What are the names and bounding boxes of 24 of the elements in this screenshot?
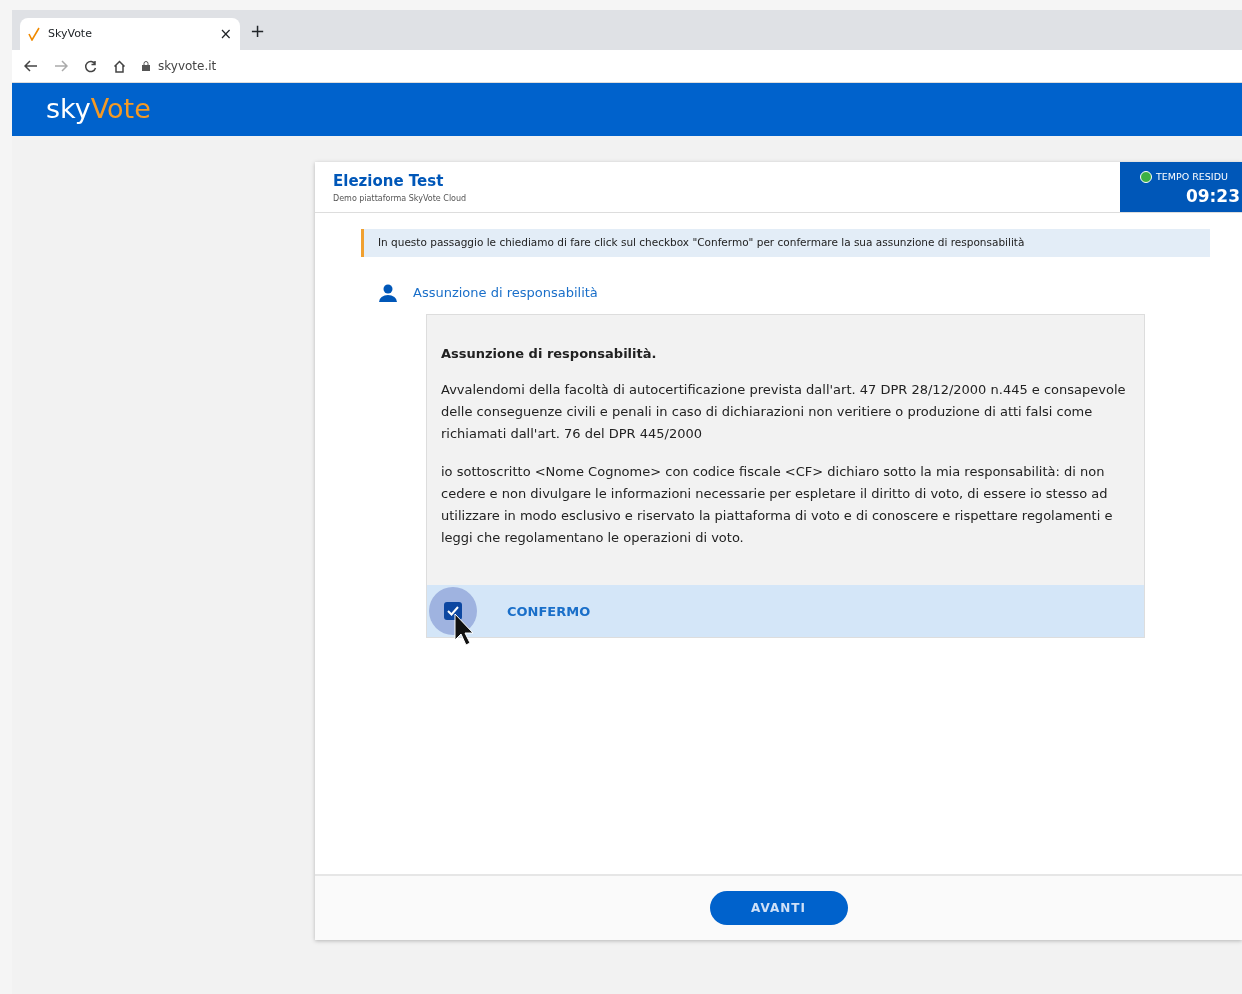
close-tab-button[interactable]: × [219,22,232,46]
election-title: Elezione Test [333,171,445,192]
tab-title[interactable]: SkyVote [48,25,212,43]
lock-icon [142,61,150,71]
timer-label: TEMPO RESIDU [1156,170,1228,184]
back-icon[interactable] [24,60,38,72]
election-subtitle: Demo piattaforma SkyVote Cloud [333,192,467,205]
timer-value: 09:23 [1184,185,1241,209]
logo: skyVote [46,92,151,127]
reload-icon[interactable] [84,59,97,73]
new-tab-button[interactable]: + [250,17,266,50]
confirm-checkbox[interactable] [444,602,462,621]
declaration-paragraph: io sottoscritto <Nome Cognome> con codice fiscale <CF> dichiaro sotto la mia responsabilità: di non cedere e non divulgare le informazioni necessarie per espletare il diritto di voto, di essere io stesso ad utilizzare in modo esclusivo e riservato la piattaforma di voto e di conoscere e rispettare regolamenti e leggi che regolamentano le operazioni di voto. [441,463,1114,548]
declaration-heading: Assunzione di responsabilità. [441,345,658,364]
checkmark-icon [28,27,40,41]
declaration-paragraph: Avvalendomi della facoltà di autocertificazione prevista dall'art. 47 DPR 28/12/2000 n.445 e consapevole delle conseguenze civili e penali in caso di dichiarazioni non veritiere o produzione di atti falsi come richiamati dall'art. 76 del DPR 445/2000 [441,381,1127,444]
url-text[interactable]: skyvote.it [158,57,217,75]
next-button[interactable]: AVANTI [709,891,848,925]
user-icon [379,283,397,302]
info-notice: In questo passaggio le chiediamo di fare click sul checkbox "Confermo" per confermare la sua assunzione di responsabilità [361,229,1210,257]
section-title: Assunzione di responsabilità [413,283,598,302]
cursor-icon [454,613,476,648]
home-icon[interactable] [113,59,126,73]
confirm-label[interactable]: CONFERMO [507,601,591,621]
